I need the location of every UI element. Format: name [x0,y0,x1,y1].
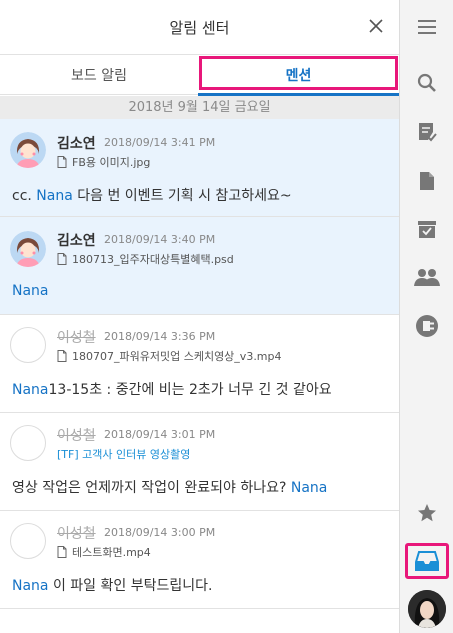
list-item[interactable]: 김소연 2018/09/14 3:40 PM 180713_입주자대상특별혜택.… [0,217,399,315]
tab-mention[interactable]: 멘션 [198,55,399,96]
sender-name: 이성철 [57,428,96,444]
timestamp: 2018/09/14 3:41 PM [104,136,216,149]
mention-tag: Nana [12,578,49,594]
mention-tag: Nana [12,283,49,299]
panel-header: 알림 센터 [0,0,399,55]
inbox-icon [415,551,439,571]
file-icon [57,156,67,168]
attachment[interactable]: 테스트화면.mp4 [57,544,151,560]
date-separator: 2018년 9월 14일 금요일 [0,96,399,119]
sender-name: 이성철 [57,526,96,542]
tab-board-label: 보드 알림 [71,68,127,84]
file-icon [57,546,67,558]
attachment[interactable]: FB용 이미지.jpg [57,154,150,170]
attachment[interactable]: 180707_파워유저밋업 스케치영상_v3.mp4 [57,348,282,364]
timestamp: 2018/09/14 3:00 PM [104,526,216,539]
mention-tag: Nana [290,480,328,496]
search-icon[interactable] [412,68,442,98]
topic-link[interactable]: [TF] 고객사 인터뷰 영상촬영 [57,446,190,462]
connect-icon[interactable] [412,311,442,341]
panel-title: 알림 센터 [169,19,230,37]
message-text: cc. Nana 다음 번 이벤트 기획 시 참고하세요~ [12,188,292,204]
attachment-name: 180707_파워유저밋업 스케치영상_v3.mp4 [72,350,282,363]
timestamp: 2018/09/14 3:36 PM [104,330,216,343]
sender-name: 김소연 [57,233,96,249]
profile-avatar[interactable] [408,590,446,628]
inbox-button[interactable] [405,543,449,579]
avatar [10,231,46,267]
timestamp: 2018/09/14 3:40 PM [104,233,216,246]
timestamp: 2018/09/14 3:01 PM [104,428,216,441]
avatar [10,425,46,461]
message-text: Nana13-15초 : 중간에 비는 2초가 너무 긴 것 같아요 [12,382,332,398]
attachment[interactable]: 180713_입주자대상특별혜택.psd [57,251,234,267]
mention-tag: Nana [12,382,49,398]
mention-tag: Nana [36,188,73,204]
message-text: Nana 이 파일 확인 부탁드립니다. [12,578,213,594]
tab-mention-label: 멘션 [285,68,312,84]
attachment-name: FB용 이미지.jpg [72,156,151,169]
menu-icon[interactable] [412,12,442,42]
list-item[interactable]: 이성철 2018/09/14 3:01 PM [TF] 고객사 인터뷰 영상촬영… [0,413,399,511]
archive-icon[interactable] [412,214,442,244]
sender-name: 이성철 [57,330,96,346]
people-icon[interactable] [412,262,442,292]
list-item[interactable]: 이성철 2018/09/14 3:00 PM 테스트화면.mp4 Nana 이 … [0,511,399,609]
tab-board[interactable]: 보드 알림 [0,55,198,95]
avatar [10,132,46,168]
attachment-name: 180713_입주자대상특별혜택.psd [72,253,234,266]
right-rail [399,0,453,633]
message-text: Nana [12,283,49,299]
todo-icon[interactable] [412,117,442,147]
list-item[interactable]: 김소연 2018/09/14 3:41 PM FB용 이미지.jpg cc. N… [0,119,399,217]
sender-name: 김소연 [57,136,96,152]
message-text: 영상 작업은 언제까지 작업이 완료되야 하나요? Nana [12,480,328,496]
file-icon[interactable] [412,166,442,196]
mention-list[interactable]: 2018년 9월 14일 금요일 김소연 2018/09/14 3:41 PM … [0,96,399,633]
notification-center-panel: 알림 센터 보드 알림 멘션 2018년 9월 14일 금요일 김소연 2018… [0,0,399,633]
avatar [10,327,46,363]
star-icon[interactable] [412,498,442,528]
file-icon [57,253,67,265]
list-item[interactable]: 이성철 2018/09/14 3:36 PM 180707_파워유저밋업 스케치… [0,315,399,413]
close-icon[interactable] [365,15,387,37]
avatar [10,523,46,559]
tabs: 보드 알림 멘션 [0,55,399,96]
file-icon [57,350,67,362]
attachment-name: 테스트화면.mp4 [72,546,151,559]
